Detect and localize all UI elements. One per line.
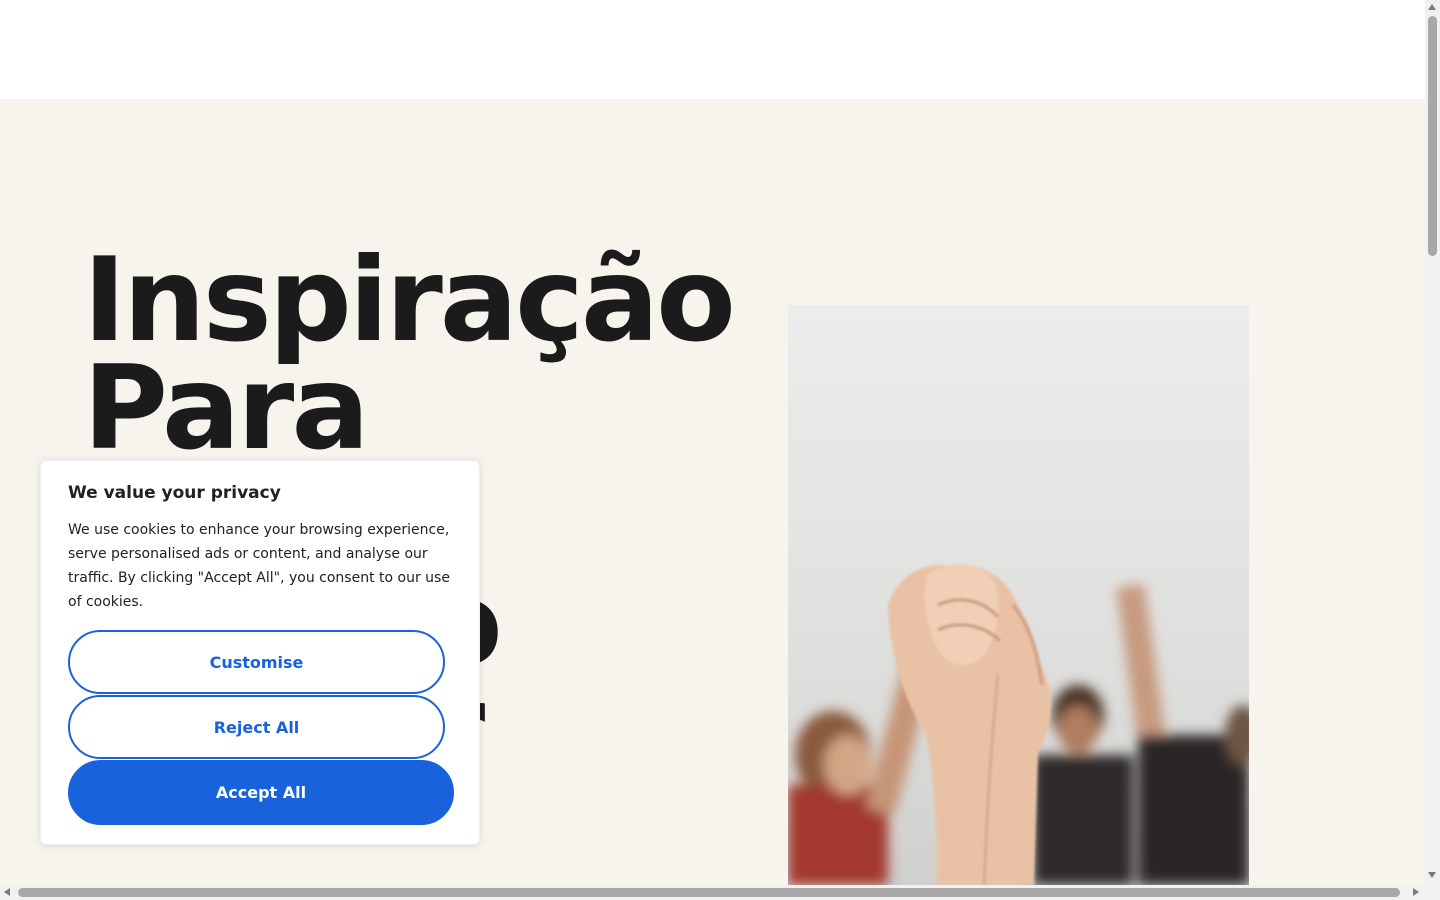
cookie-consent-banner: We value your privacy We use cookies to … <box>40 460 480 845</box>
vertical-scrollbar[interactable] <box>1425 0 1440 885</box>
horizontal-scrollbar[interactable] <box>0 885 1425 900</box>
reject-all-button[interactable]: Reject All <box>68 695 445 759</box>
scrollbar-corner <box>1425 885 1440 900</box>
vertical-scrollbar-thumb[interactable] <box>1428 16 1437 256</box>
hero-title-line-2: Para <box>83 341 370 476</box>
site-header <box>0 0 1425 99</box>
horizontal-scrollbar-thumb[interactable] <box>18 888 1400 897</box>
customise-button[interactable]: Customise <box>68 630 445 694</box>
hero-title-line-1: Inspiração <box>83 233 736 368</box>
accept-all-button[interactable]: Accept All <box>68 760 454 825</box>
scroll-up-arrow-icon[interactable] <box>1428 4 1436 10</box>
joined-hands-illustration <box>788 564 1249 885</box>
scroll-right-arrow-icon[interactable] <box>1413 888 1419 896</box>
hero-photo-joined-hands <box>788 305 1249 885</box>
scroll-left-arrow-icon[interactable] <box>4 888 10 896</box>
cookie-banner-title: We value your privacy <box>68 483 281 503</box>
cookie-banner-description: We use cookies to enhance your browsing … <box>68 522 450 610</box>
scroll-down-arrow-icon[interactable] <box>1428 872 1436 878</box>
